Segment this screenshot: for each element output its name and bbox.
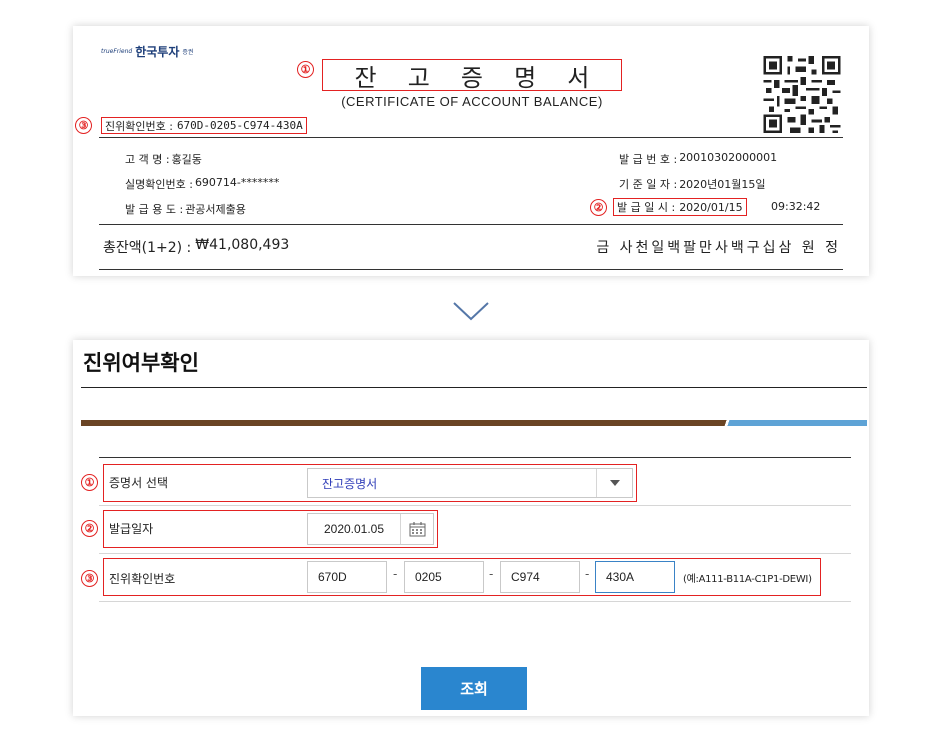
verify-segment-3-input[interactable]: C974 — [500, 561, 580, 593]
base-date-field: 기 준 일 자 : 2020년01월15일 — [619, 176, 766, 192]
calendar-button[interactable] — [400, 514, 433, 544]
dash: - — [393, 567, 398, 581]
field-value: 690714-******* — [194, 176, 280, 189]
brand-bar-blue — [731, 420, 867, 426]
brand-bar — [81, 420, 867, 426]
dash: - — [585, 567, 590, 581]
total-value: ₩41,080,493 — [195, 237, 290, 253]
issue-date-input[interactable]: 2020.01.05 — [307, 513, 434, 545]
divider — [99, 137, 843, 138]
page-title: 진위여부확인 — [83, 351, 199, 375]
verification-form: 진위여부확인 ① 증명서 선택 잔고증명서 ② 발급일자 2020.01.05 … — [73, 340, 869, 716]
marker-1: ① — [81, 474, 98, 491]
form-table: ① 증명서 선택 잔고증명서 ② 발급일자 2020.01.05 ③ 진위확인번… — [81, 457, 851, 602]
format-example: (예:A111-B11A-C1P1-DEWI) — [683, 574, 812, 585]
marker-3: ③ — [81, 570, 98, 587]
certificate-subtitle: (CERTIFICATE OF ACCOUNT BALANCE) — [341, 94, 603, 109]
qr-code-icon — [763, 56, 841, 133]
title-divider — [81, 387, 867, 388]
verify-value: 670D-0205-C974-430A — [176, 119, 303, 132]
row-label: 발급일자 — [109, 522, 154, 536]
issued-datetime: 발 급 일 시 : 2020/01/15 — [613, 198, 747, 216]
field-label: 발 급 번 호 : — [619, 153, 678, 166]
calendar-icon — [409, 521, 425, 536]
issue-number-field: 발 급 번 호 : 20010302000001 — [619, 151, 777, 167]
title-char: 증 — [460, 63, 484, 92]
field-label: 실명확인번호 : — [125, 178, 193, 191]
purpose-field: 발 급 용 도 : 관공서제출용 — [125, 201, 246, 217]
date-value: 2020.01.05 — [323, 522, 385, 536]
marker-2: ② — [590, 199, 607, 216]
marker-3: ③ — [75, 117, 92, 134]
row-label: 증명서 선택 — [109, 476, 169, 490]
issued-date: 2020/01/15 — [679, 200, 743, 214]
verify-segment-4-input[interactable]: 430A — [595, 561, 675, 593]
row-label: 진위확인번호 — [109, 572, 176, 586]
verify-segment-1-input[interactable]: 670D — [307, 561, 387, 593]
company-logo: trueFriend 한국투자 증권 — [101, 43, 193, 60]
form-row-issue-date: ② 발급일자 2020.01.05 — [81, 506, 851, 554]
select-value: 잔고증명서 — [322, 476, 378, 491]
verify-segment-2-input[interactable]: 0205 — [404, 561, 484, 593]
brand-bar-brown — [81, 420, 726, 426]
total-balance: 총잔액(1+2) : ₩41,080,493 — [103, 237, 289, 257]
issued-label: 발 급 일 시 : — [617, 201, 676, 214]
certificate-type-select[interactable]: 잔고증명서 — [307, 468, 633, 498]
divider — [99, 269, 843, 270]
issued-time: 09:32:42 — [771, 200, 821, 213]
dash: - — [489, 567, 494, 581]
field-label: 기 준 일 자 : — [619, 178, 678, 191]
divider — [99, 224, 843, 225]
certificate-document: trueFriend 한국투자 증권 ① 잔 고 증 명 서 (CERTIFIC… — [73, 26, 869, 276]
field-label: 발 급 용 도 : — [125, 203, 184, 216]
form-row-verify-number: ③ 진위확인번호 670D - 0205 - C974 - 430A (예:A1… — [81, 554, 851, 602]
title-char: 서 — [567, 63, 590, 92]
chevron-down-icon — [609, 480, 620, 486]
field-value: 20010302000001 — [679, 151, 778, 164]
dropdown-button[interactable] — [596, 469, 632, 497]
logo-subtitle: 증권 — [182, 49, 194, 56]
logo-english: trueFriend — [101, 48, 133, 55]
field-label: 고 객 명 : — [125, 153, 170, 166]
logo-korean: 한국투자 — [135, 45, 180, 59]
title-char: 고 — [407, 63, 430, 92]
total-label: 총잔액(1+2) : — [103, 240, 192, 256]
certificate-verify-number: 진위확인번호 : 670D-0205-C974-430A — [101, 117, 307, 134]
search-button[interactable]: 조회 — [421, 667, 527, 710]
form-row-certificate-type: ① 증명서 선택 잔고증명서 — [81, 458, 851, 506]
id-number-field: 실명확인번호 : 690714-******* — [125, 176, 279, 192]
verify-label: 진위확인번호 : — [105, 119, 173, 133]
customer-name-field: 고 객 명 : 홍길동 — [125, 151, 202, 167]
field-value: 관공서제출용 — [185, 203, 246, 216]
amount-korean: 금 사천일백팔만사백구십삼 원 정 — [596, 240, 841, 256]
field-value: 2020년01월15일 — [679, 178, 766, 191]
title-char: 잔 — [354, 63, 377, 92]
marker-1: ① — [297, 61, 314, 78]
chevron-down-icon — [453, 302, 489, 321]
certificate-title: 잔 고 증 명 서 — [322, 59, 622, 92]
marker-2: ② — [81, 520, 98, 537]
title-char: 명 — [514, 63, 537, 92]
field-value: 홍길동 — [171, 153, 202, 166]
